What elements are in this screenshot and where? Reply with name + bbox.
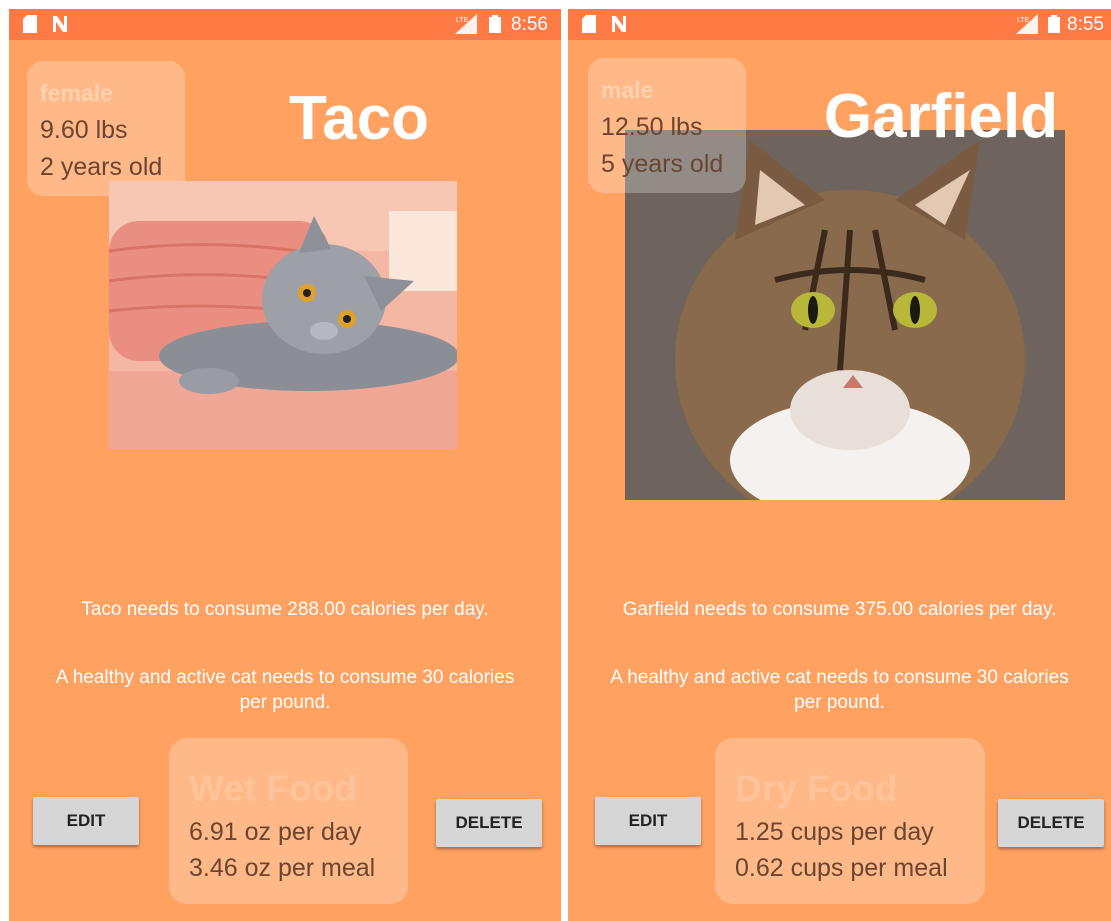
cat-gender: female: [40, 80, 113, 106]
notification-n-icon: [53, 16, 67, 32]
signal-icon: LTE: [1016, 14, 1038, 34]
signal-icon: LTE: [455, 14, 477, 34]
phone-screen-garfield: LTE 8:55 male 12.50 lbs 5 years old Garf…: [568, 9, 1111, 921]
delete-button[interactable]: DELETE: [998, 799, 1104, 847]
status-time: 8:55: [1067, 14, 1104, 35]
calorie-rule-text: A healthy and active cat needs to consum…: [55, 667, 515, 713]
cat-info-card: female 9.60 lbs 2 years old: [27, 61, 185, 196]
svg-text:LTE: LTE: [456, 17, 469, 24]
food-per-meal: 0.62 cups per meal: [735, 854, 948, 882]
notification-n-icon: [612, 16, 626, 32]
sd-card-icon: [582, 15, 596, 33]
status-bar: LTE 8:56: [9, 9, 561, 40]
battery-icon: [1048, 15, 1060, 33]
edit-button[interactable]: EDIT: [33, 797, 139, 845]
cat-gender: male: [601, 77, 654, 103]
food-per-day: 6.91 oz per day: [189, 818, 362, 846]
daily-calorie-text: Garfield needs to consume 375.00 calorie…: [622, 599, 1057, 620]
delete-button[interactable]: DELETE: [436, 799, 542, 847]
cat-name-title: Garfield: [823, 82, 1059, 151]
cat-photo[interactable]: [109, 181, 457, 449]
food-per-day: 1.25 cups per day: [735, 818, 934, 846]
calorie-rule-text: A healthy and active cat needs to consum…: [610, 667, 1069, 713]
food-per-meal: 3.46 oz per meal: [189, 854, 376, 882]
cat-weight: 12.50 lbs: [601, 113, 703, 141]
status-bar: LTE 8:55: [568, 9, 1111, 40]
sd-card-icon: [23, 15, 37, 33]
svg-text:LTE: LTE: [1017, 17, 1030, 24]
food-type: Dry Food: [735, 768, 898, 809]
cat-info-card: male 12.50 lbs 5 years old: [588, 58, 746, 193]
status-time: 8:56: [511, 14, 548, 35]
daily-calorie-text: Taco needs to consume 288.00 calories pe…: [81, 599, 489, 620]
food-card: Wet Food 6.91 oz per day 3.46 oz per mea…: [169, 738, 408, 904]
phone-screen-taco: LTE 8:56 female 9.60 lbs 2 years old Tac…: [9, 9, 561, 921]
cat-weight: 9.60 lbs: [40, 116, 128, 144]
cat-name-title: Taco: [288, 84, 430, 153]
edit-button[interactable]: EDIT: [595, 797, 701, 845]
cat-age: 2 years old: [40, 153, 163, 181]
battery-icon: [489, 15, 501, 33]
food-card: Dry Food 1.25 cups per day 0.62 cups per…: [715, 738, 985, 904]
food-type: Wet Food: [189, 768, 357, 809]
cat-age: 5 years old: [601, 150, 724, 178]
